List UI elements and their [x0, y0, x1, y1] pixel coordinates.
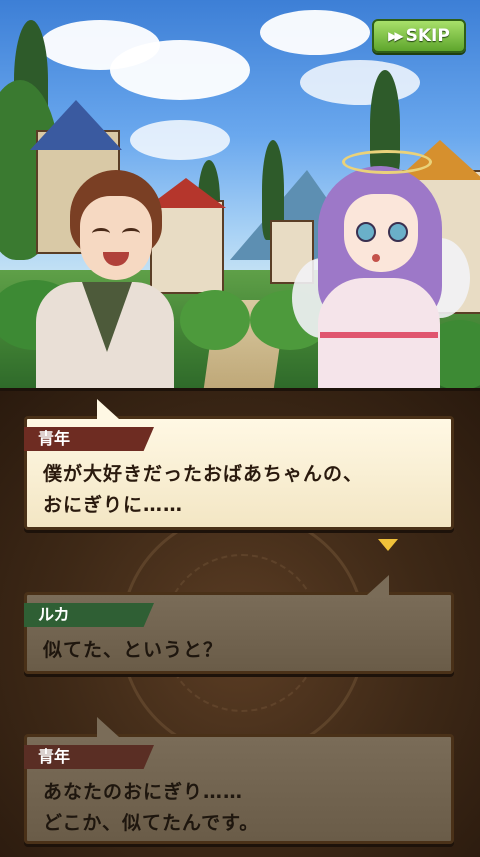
dialogue-line: おにぎりに…… — [43, 494, 184, 516]
dialogue-line: あなたのおにぎり…… — [43, 781, 244, 803]
house-roof — [30, 100, 122, 150]
boy-eye — [122, 228, 140, 239]
dialogue-bubble-log: ルカ 似てた、というと？ — [24, 575, 454, 674]
cloud — [130, 120, 230, 160]
cloud — [260, 10, 370, 55]
dress-ribbon — [320, 332, 438, 338]
bubble-tail — [97, 717, 119, 737]
bubble-tail — [97, 399, 119, 419]
halo-icon — [342, 150, 432, 174]
angel-mouth — [372, 254, 380, 262]
skip-button[interactable]: ▶▶ SKIP — [372, 19, 466, 53]
scene-background — [0, 0, 480, 388]
dialogue-bubble-log: 青年 あなたのおにぎり…… どこか、似てたんです。 — [24, 717, 454, 844]
boy-eye — [92, 228, 110, 239]
bush — [180, 290, 250, 350]
cloud — [300, 60, 420, 105]
next-triangle-icon[interactable] — [378, 539, 398, 551]
dialogue-line: 似てた、というと？ — [43, 639, 224, 661]
dialogue-line: どこか、似てたんです。 — [43, 812, 260, 834]
boy-character-face — [80, 196, 152, 280]
bubble-tail — [367, 575, 389, 595]
angel-eye — [356, 222, 376, 242]
speaker-name-tag: ルカ — [24, 603, 154, 627]
fast-forward-icon: ▶▶ — [388, 29, 404, 43]
angel-eye — [388, 222, 408, 242]
speaker-name-tag: 青年 — [24, 427, 154, 451]
dialogue-bubble-current[interactable]: 青年 僕が大好きだったおばあちゃんの、 おにぎりに…… — [24, 399, 454, 530]
cloud — [110, 40, 250, 100]
skip-label: SKIP — [405, 26, 450, 46]
speaker-name-tag: 青年 — [24, 745, 154, 769]
dialogue-line: 僕が大好きだったおばあちゃんの、 — [43, 463, 364, 485]
